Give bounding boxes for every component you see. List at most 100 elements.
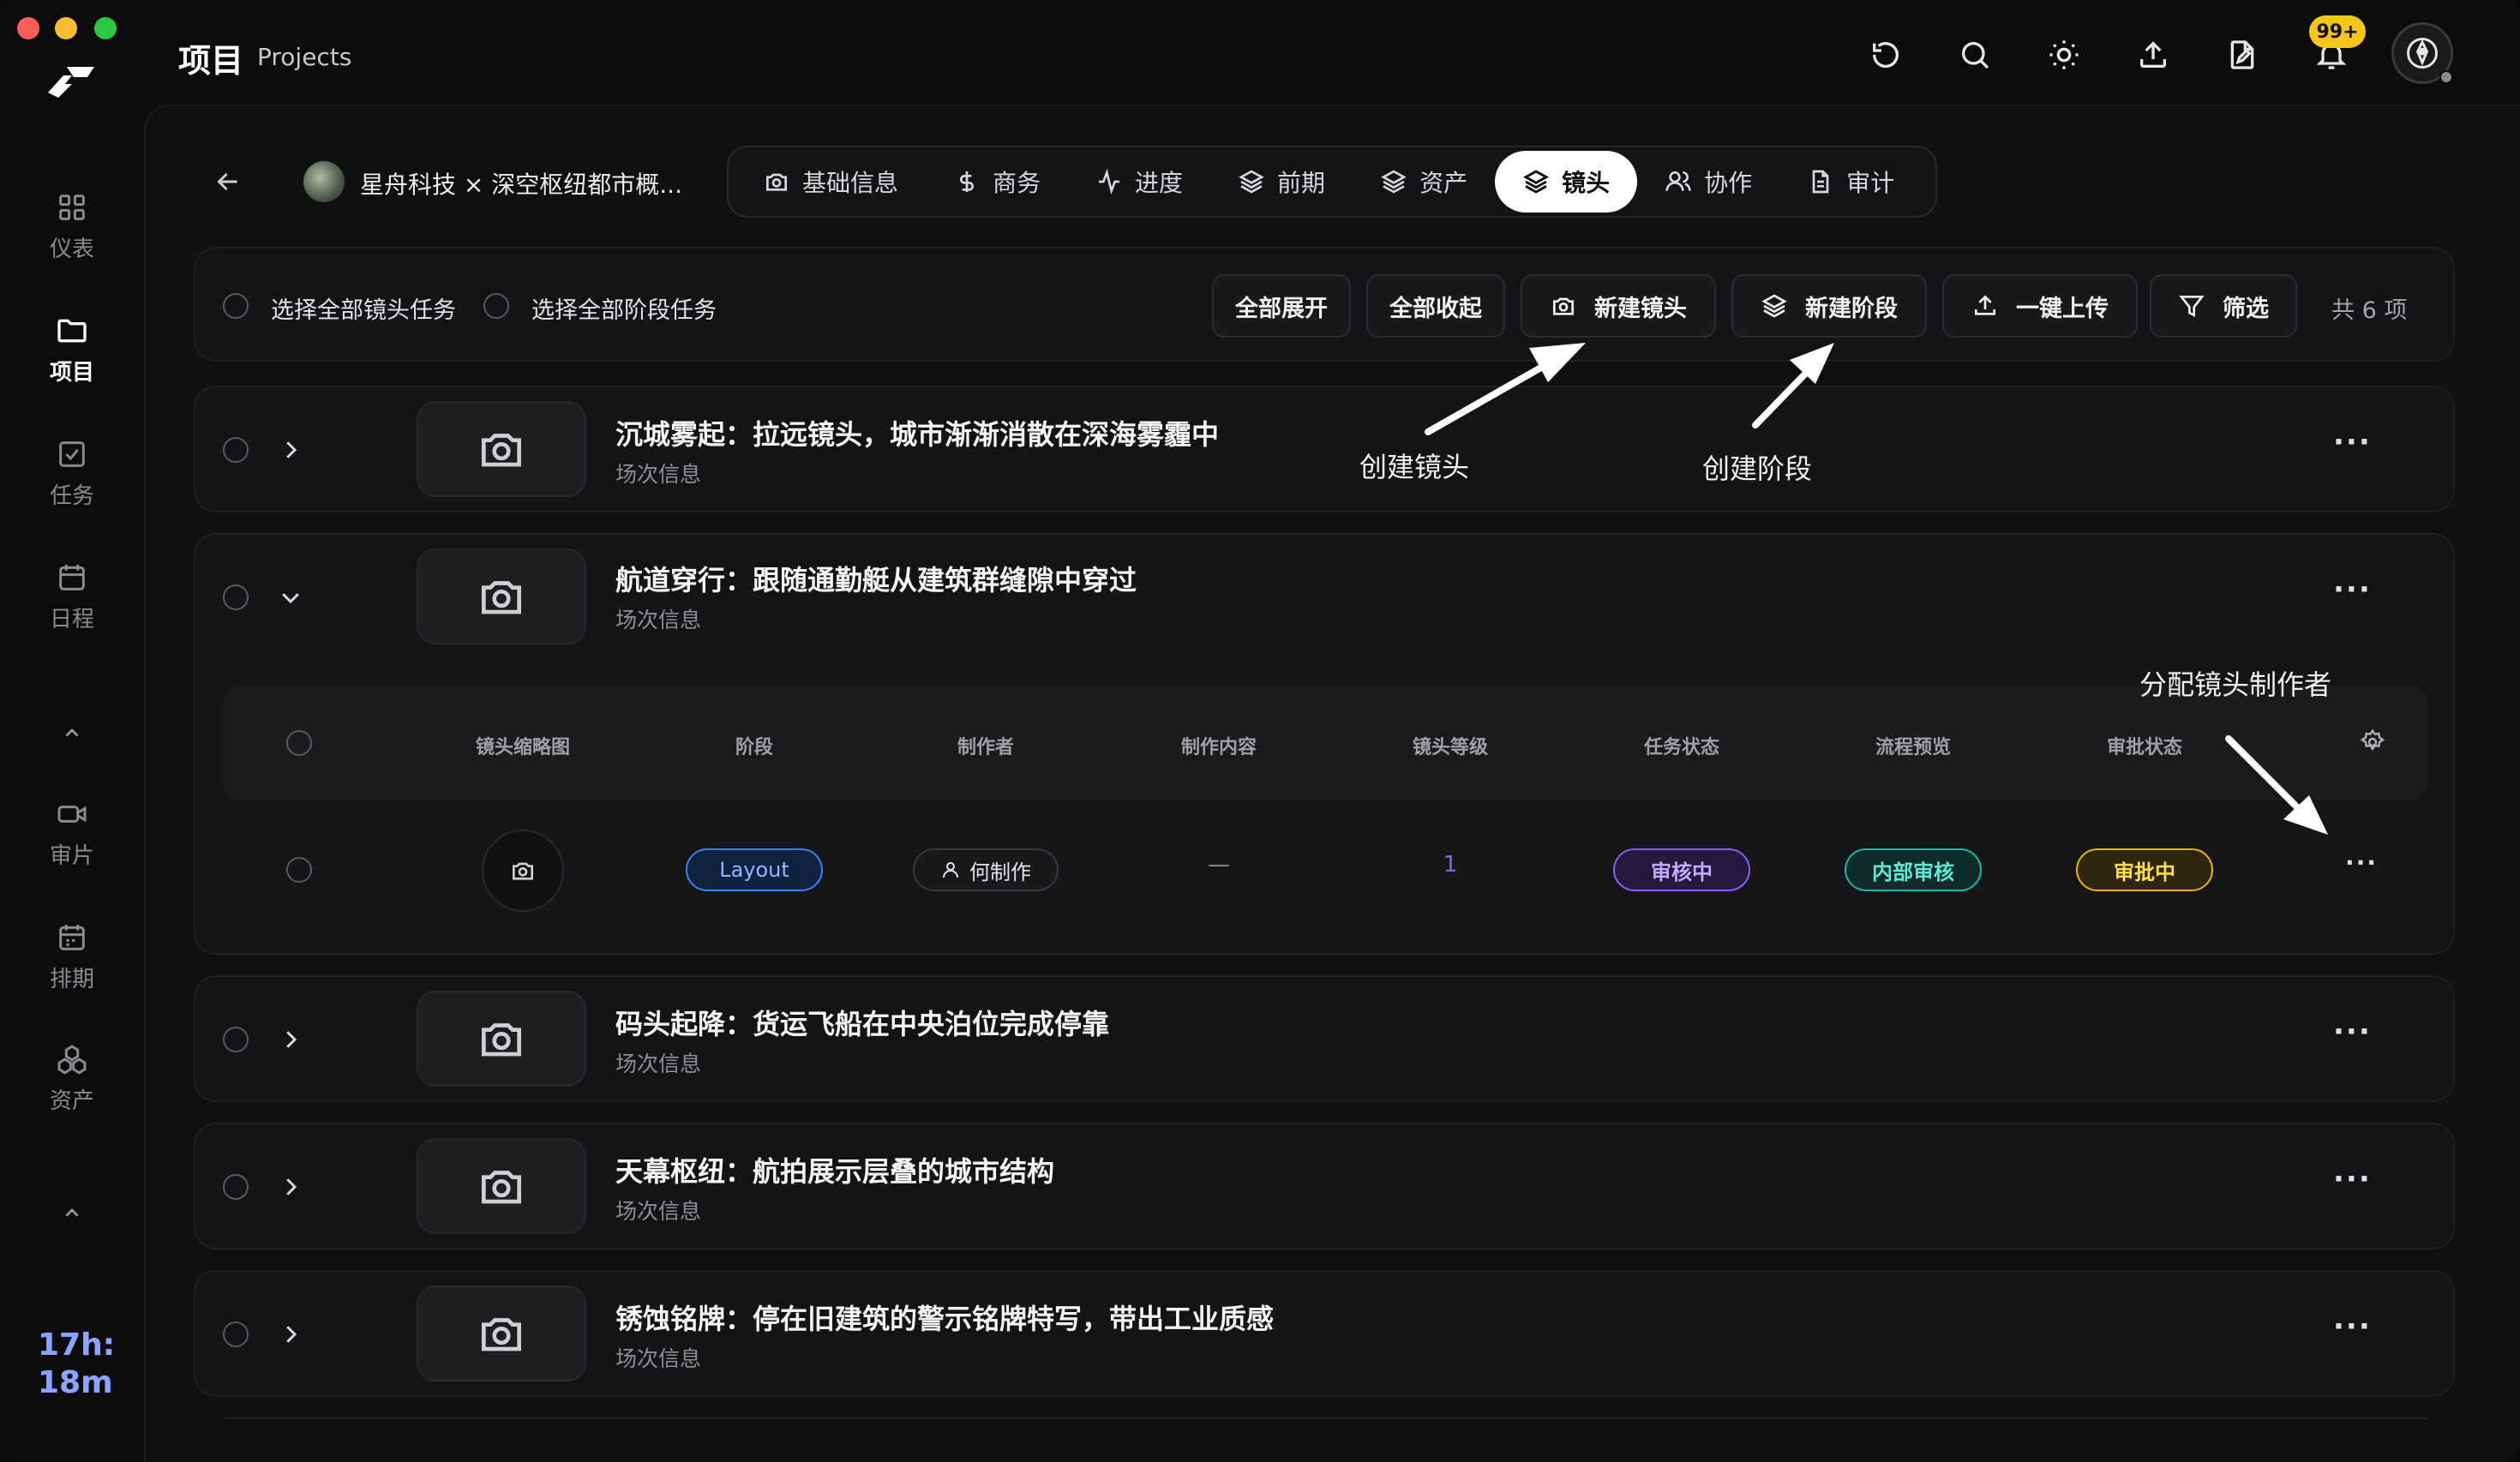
more-options-icon[interactable]: ···: [2333, 1162, 2372, 1196]
stage-more-options-icon[interactable]: ···: [2345, 848, 2378, 877]
select-all-stages-radio[interactable]: [483, 293, 509, 319]
column-settings-icon[interactable]: [2359, 728, 2386, 756]
tab-label: 镜头: [1562, 169, 1611, 197]
shot-row[interactable]: 锈蚀铭牌：停在旧建筑的警示铭牌特写，带出工业质感 场次信息 ···: [194, 1270, 2455, 1397]
task-status-badge[interactable]: 审核中: [1613, 848, 1750, 891]
collapse-all-button[interactable]: 全部收起: [1366, 274, 1505, 338]
layers-icon: [1381, 170, 1407, 194]
tab-assets[interactable]: 资产: [1353, 151, 1495, 213]
search-icon[interactable]: [1954, 34, 1995, 75]
project-name[interactable]: 星舟科技 × 深空枢纽都市概...: [360, 166, 682, 201]
tab-basic-info[interactable]: 基础信息: [735, 151, 926, 213]
user-icon: [943, 862, 958, 878]
stage-badge[interactable]: Layout: [686, 848, 823, 891]
stage-select-radio[interactable]: [286, 857, 312, 883]
shot-title: 航道穿行：跟随通勤艇从建筑群缝隙中穿过: [615, 564, 1137, 596]
stage-thumbnail[interactable]: [482, 830, 564, 912]
shot-select-radio[interactable]: [223, 437, 249, 463]
sidebar-item-label: 项目: [49, 360, 94, 386]
stage-table-row[interactable]: Layout 何制作 — 1 审核中 内部审核 审批中 ···: [223, 814, 2427, 926]
shot-select-radio[interactable]: [223, 1027, 249, 1052]
new-stage-button[interactable]: 新建阶段: [1731, 274, 1927, 338]
select-all-shots-radio[interactable]: [223, 293, 249, 319]
page-title: 项目: [178, 42, 244, 80]
shot-thumbnail[interactable]: [417, 991, 586, 1087]
filter-icon: [2179, 296, 2205, 317]
new-shot-label: 新建镜头: [1594, 295, 1687, 322]
flow-preview-badge[interactable]: 内部审核: [1845, 848, 1982, 891]
expand-all-label: 全部展开: [1235, 295, 1328, 322]
shot-subtitle: 场次信息: [615, 608, 702, 632]
sidebar-item-schedule[interactable]: 排期: [0, 920, 144, 993]
stage-table-header: 镜头缩略图 阶段 制作者 制作内容 镜头等级 任务状态 流程预览 审批状态: [223, 686, 2427, 800]
app-logo: [43, 58, 99, 99]
sidebar-item-projects[interactable]: 项目: [0, 314, 144, 386]
tab-preproduction[interactable]: 前期: [1210, 151, 1353, 213]
sidebar-item-assets[interactable]: 资产: [0, 1042, 144, 1115]
shot-thumbnail[interactable]: [417, 401, 586, 497]
tab-collaboration[interactable]: 协作: [1637, 151, 1779, 213]
more-options-icon[interactable]: ···: [2333, 1015, 2372, 1049]
approval-status-badge[interactable]: 审批中: [2076, 848, 2213, 891]
maker-chip[interactable]: 何制作: [913, 848, 1059, 891]
camera-icon: [482, 434, 521, 467]
shot-select-radio[interactable]: [223, 1174, 249, 1200]
shot-select-radio[interactable]: [223, 1321, 249, 1347]
back-arrow-icon[interactable]: [213, 166, 243, 197]
filter-label: 筛选: [2223, 295, 2269, 322]
more-options-icon[interactable]: ···: [2333, 1309, 2372, 1344]
chevron-down-icon[interactable]: [278, 584, 303, 610]
filter-button[interactable]: 筛选: [2150, 274, 2297, 338]
more-options-icon[interactable]: ···: [2333, 425, 2372, 459]
sidebar-item-review[interactable]: 审片: [0, 797, 144, 870]
tab-audit[interactable]: 审计: [1779, 151, 1922, 213]
tab-progress[interactable]: 进度: [1068, 151, 1210, 213]
shot-thumbnail[interactable]: [417, 548, 586, 644]
shot-title: 沉城雾起：拉远镜头，城市渐渐消散在深海雾霾中: [615, 418, 1220, 451]
shot-thumbnail[interactable]: [417, 1285, 586, 1381]
select-all-stages-label[interactable]: 选择全部阶段任务: [531, 291, 717, 325]
collapse-chevron-icon[interactable]: [58, 720, 86, 747]
sun-icon[interactable]: [2043, 34, 2085, 75]
divider: [223, 1417, 2427, 1419]
shot-thumbnail[interactable]: [417, 1138, 586, 1234]
shot-row[interactable]: 天幕枢纽：航拍展示层叠的城市结构 场次信息 ···: [194, 1123, 2455, 1249]
chevron-right-icon[interactable]: [278, 1174, 303, 1200]
shot-title: 天幕枢纽：航拍展示层叠的城市结构: [615, 1155, 1055, 1188]
upload-icon[interactable]: [2133, 34, 2174, 75]
sidebar-item-tasks[interactable]: 任务: [0, 437, 144, 510]
more-options-icon[interactable]: ···: [2333, 572, 2372, 607]
tab-label: 进度: [1135, 169, 1184, 197]
shot-row[interactable]: 沉城雾起：拉远镜头，城市渐渐消散在深海雾霾中 场次信息 ···: [194, 386, 2455, 512]
sidebar-item-calendar[interactable]: 日程: [0, 560, 144, 633]
shot-row[interactable]: 码头起降：货运飞船在中央泊位完成停靠 场次信息 ···: [194, 975, 2455, 1102]
collapse-all-label: 全部收起: [1389, 295, 1482, 322]
file-edit-icon[interactable]: [2222, 34, 2263, 75]
activity-icon: [1099, 168, 1120, 195]
shots-toolbar: 选择全部镜头任务 选择全部阶段任务 全部展开 全部收起 新建镜头 新建阶段 一键…: [194, 247, 2455, 362]
select-all-shots-label[interactable]: 选择全部镜头任务: [271, 291, 456, 325]
batch-upload-button[interactable]: 一键上传: [1942, 274, 2138, 338]
stage-select-all-radio[interactable]: [286, 730, 312, 756]
collapse-chevron-icon[interactable]: [58, 1200, 86, 1227]
sidebar-item-dashboard[interactable]: 仪表: [0, 190, 144, 263]
folder-icon: [57, 319, 87, 343]
expand-all-button[interactable]: 全部展开: [1212, 274, 1351, 338]
presence-dot: [2439, 70, 2453, 84]
layers-icon: [1761, 294, 1787, 318]
chevron-right-icon[interactable]: [278, 437, 303, 463]
chevron-right-icon[interactable]: [278, 1027, 303, 1052]
chevron-right-icon[interactable]: [278, 1321, 303, 1347]
shot-select-radio[interactable]: [223, 584, 249, 610]
new-shot-button[interactable]: 新建镜头: [1521, 274, 1716, 338]
tab-shots[interactable]: 镜头: [1495, 151, 1638, 213]
annotation-create-stage: 创建阶段: [1702, 452, 1813, 485]
item-count: 共 6 项: [2331, 297, 2408, 324]
column-header: 阶段: [735, 737, 774, 758]
tab-business[interactable]: 商务: [926, 151, 1068, 213]
time-tracker[interactable]: 17h: 18m: [38, 1327, 115, 1402]
sidebar-item-label: 仪表: [49, 237, 94, 262]
refresh-icon[interactable]: [1865, 34, 1906, 75]
shot-subtitle: 场次信息: [615, 1199, 702, 1224]
new-stage-label: 新建阶段: [1805, 295, 1898, 322]
